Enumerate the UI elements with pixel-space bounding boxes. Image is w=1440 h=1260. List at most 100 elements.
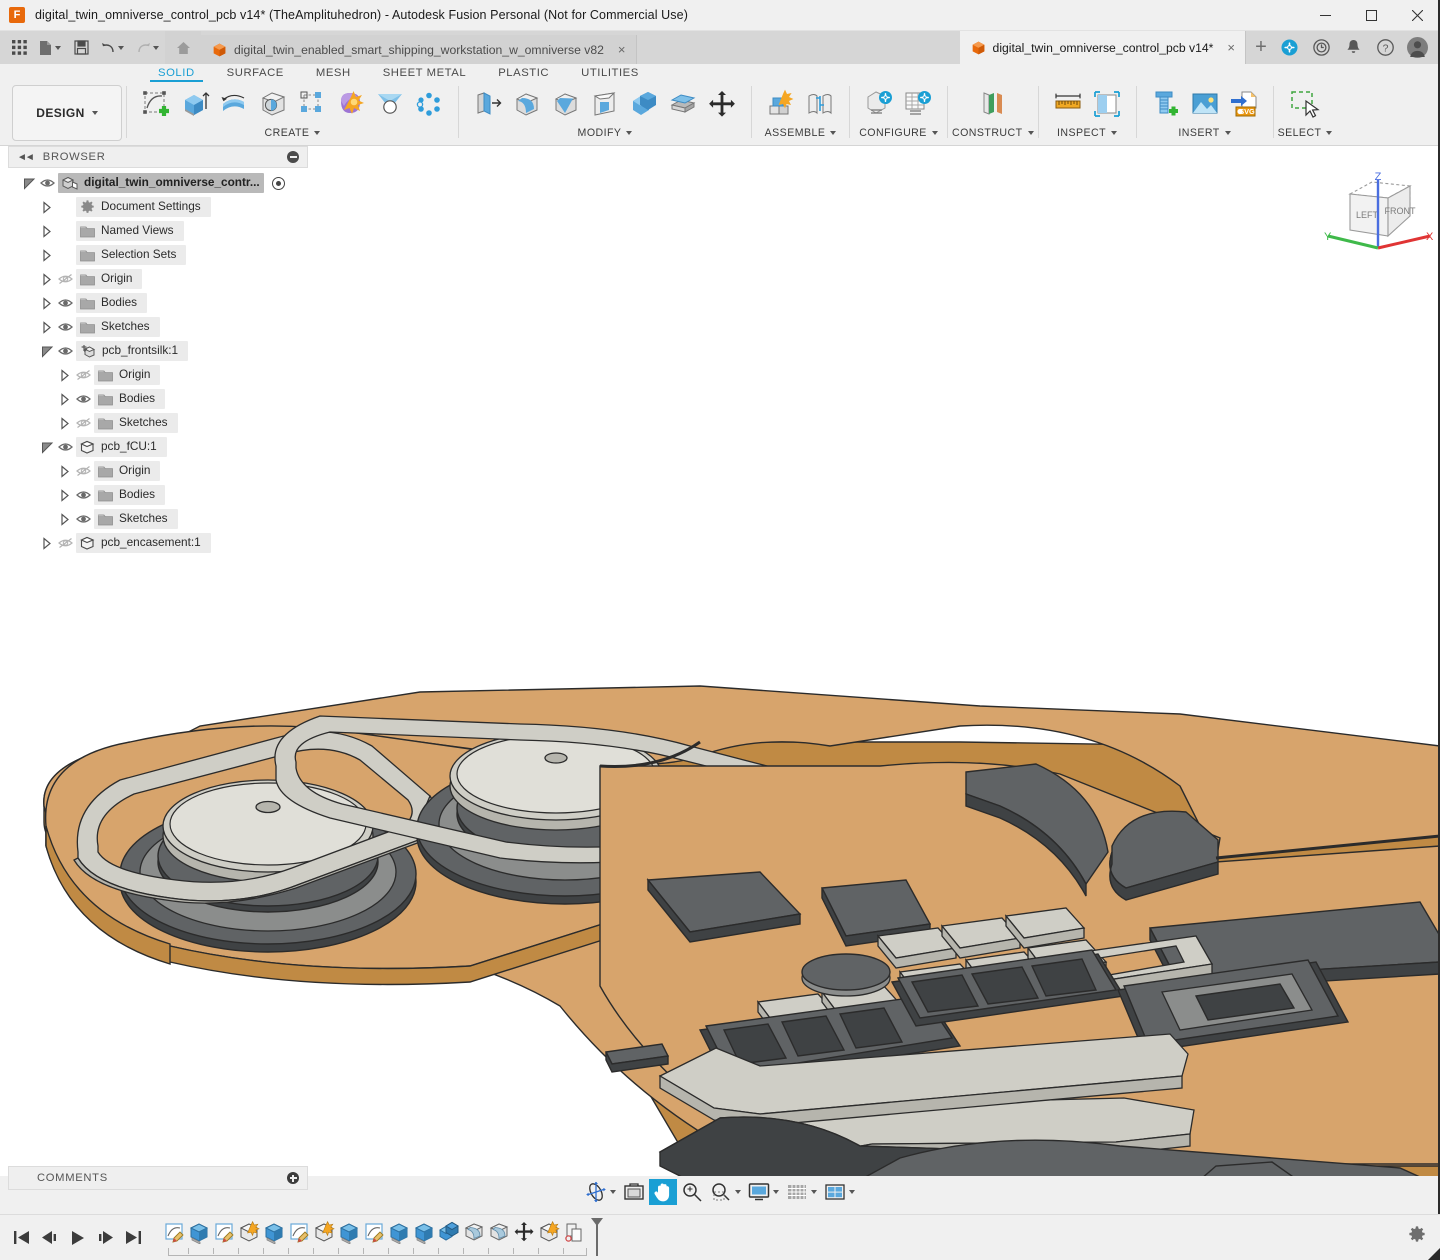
joint-icon[interactable] (801, 84, 839, 124)
go-to-beginning-icon[interactable] (8, 1223, 34, 1253)
minimize-button[interactable] (1302, 0, 1348, 31)
timeline-feature-11[interactable] (412, 1218, 437, 1248)
plus-circle-icon[interactable] (287, 1172, 299, 1184)
visibility-toggle[interactable] (54, 315, 76, 339)
expand-arrow-open[interactable] (40, 435, 54, 459)
notifications-icon[interactable] (1340, 35, 1366, 61)
shell-icon[interactable] (586, 84, 624, 124)
step-back-icon[interactable] (36, 1223, 62, 1253)
ribbon-tab-surface[interactable]: SURFACE (211, 67, 300, 82)
new-tab-button[interactable]: + (1246, 31, 1276, 64)
create-sketch-icon[interactable] (137, 84, 175, 124)
tree-node-pcb-encasement-1[interactable]: pcb_encasement:1 (8, 531, 308, 555)
timeline-feature-8[interactable] (337, 1218, 362, 1248)
tree-node-body[interactable]: Named Views (76, 221, 184, 241)
revolve-icon[interactable] (215, 84, 253, 124)
tree-node-pcb-fcu-1[interactable]: pcb_fCU:1 (8, 435, 308, 459)
tree-node-pcb-frontsilk-1[interactable]: pcb_frontsilk:1 (8, 339, 308, 363)
tree-node-body[interactable]: Origin (94, 365, 160, 385)
expand-arrow-closed[interactable] (40, 219, 54, 243)
timeline-feature-7[interactable] (312, 1218, 337, 1248)
timeline-feature-14[interactable] (487, 1218, 512, 1248)
tree-node-named-views[interactable]: Named Views (8, 219, 308, 243)
expand-arrow-closed[interactable] (58, 363, 72, 387)
tree-node-sketches[interactable]: Sketches (8, 507, 308, 531)
expand-arrow-closed[interactable] (58, 411, 72, 435)
document-tab-1-close[interactable]: × (618, 43, 626, 56)
document-tab-2[interactable]: digital_twin_omniverse_control_pcb v14* … (960, 31, 1246, 64)
visibility-toggle[interactable] (72, 483, 94, 507)
step-forward-icon[interactable] (92, 1223, 118, 1253)
new-file-button[interactable] (33, 33, 67, 63)
tree-node-body[interactable]: digital_twin_omniverse_contr... (58, 173, 264, 193)
inspect-group-label[interactable]: INSPECT (1057, 127, 1117, 139)
timeline-feature-1[interactable] (162, 1218, 187, 1248)
save-button[interactable] (68, 33, 94, 63)
insert-svg-icon[interactable]: SVG (1225, 84, 1263, 124)
fillet-icon[interactable] (508, 84, 546, 124)
expand-arrow-closed[interactable] (40, 195, 54, 219)
visibility-toggle[interactable] (36, 171, 58, 195)
expand-arrow-closed[interactable] (40, 243, 54, 267)
ribbon-tab-plastic[interactable]: PLASTIC (482, 67, 565, 82)
maximize-button[interactable] (1348, 0, 1394, 31)
tree-node-sketches[interactable]: Sketches (8, 411, 308, 435)
collapse-left-icon[interactable]: ◄◄ (17, 152, 33, 163)
tree-node-body[interactable]: Bodies (76, 293, 147, 313)
tree-node-body[interactable]: Origin (94, 461, 160, 481)
app-grid-icon[interactable] (6, 33, 32, 63)
tree-node-bodies[interactable]: Bodies (8, 483, 308, 507)
close-button[interactable] (1394, 0, 1440, 31)
tree-node-body[interactable]: Sketches (94, 509, 178, 529)
visibility-toggle[interactable] (54, 339, 76, 363)
timeline-feature-17[interactable] (562, 1218, 587, 1248)
assemble-group-label[interactable]: ASSEMBLE (765, 127, 837, 139)
go-to-end-icon[interactable] (120, 1223, 146, 1253)
tree-node-origin[interactable]: Origin (8, 267, 308, 291)
visibility-toggle[interactable] (54, 435, 76, 459)
offset-plane-icon[interactable] (974, 84, 1012, 124)
ribbon-tab-mesh[interactable]: MESH (300, 67, 367, 82)
tree-node-body[interactable]: Selection Sets (76, 245, 186, 265)
tree-node-body[interactable]: pcb_frontsilk:1 (76, 341, 188, 361)
extensions-icon[interactable] (1276, 35, 1302, 61)
ribbon-tab-sheet-metal[interactable]: SHEET METAL (367, 67, 482, 82)
measure-icon[interactable] (1049, 84, 1087, 124)
expand-arrow-closed[interactable] (58, 459, 72, 483)
ribbon-tab-utilities[interactable]: UTILITIES (565, 67, 655, 82)
tree-node-body[interactable]: Sketches (76, 317, 160, 337)
visibility-toggle-hidden[interactable] (72, 411, 94, 435)
resize-corner[interactable] (1428, 1248, 1440, 1260)
expand-arrow-closed[interactable] (40, 531, 54, 555)
tree-node-body[interactable]: Document Settings (76, 197, 211, 217)
view-cube[interactable]: LEFT FRONT Z X Y (1322, 168, 1434, 260)
timeline-feature-16[interactable] (537, 1218, 562, 1248)
viewcube-face-left[interactable]: LEFT (1356, 210, 1379, 220)
sweep-icon[interactable] (371, 84, 409, 124)
viewports-icon[interactable] (821, 1179, 858, 1205)
configure-group-label[interactable]: CONFIGURE (859, 127, 938, 139)
minus-circle-icon[interactable] (287, 151, 299, 163)
help-icon[interactable]: ? (1372, 35, 1398, 61)
account-avatar[interactable] (1404, 35, 1430, 61)
visibility-toggle[interactable] (72, 387, 94, 411)
redo-button[interactable] (130, 33, 164, 63)
timeline-feature-15[interactable] (512, 1218, 537, 1248)
chamfer-icon[interactable] (547, 84, 585, 124)
ribbon-tab-solid[interactable]: SOLID (142, 67, 211, 82)
expand-arrow-closed[interactable] (40, 291, 54, 315)
new-component-icon[interactable] (762, 84, 800, 124)
expand-arrow-open[interactable] (40, 339, 54, 363)
tree-node-origin[interactable]: Origin (8, 363, 308, 387)
visibility-toggle-hidden[interactable] (54, 531, 76, 555)
tree-node-body[interactable]: Sketches (94, 413, 178, 433)
timeline-feature-9[interactable] (362, 1218, 387, 1248)
tree-node-document-settings[interactable]: Document Settings (8, 195, 308, 219)
undo-button[interactable] (95, 33, 129, 63)
visibility-toggle[interactable] (72, 507, 94, 531)
tree-node-bodies[interactable]: Bodies (8, 291, 308, 315)
tree-node-selection-sets[interactable]: Selection Sets (8, 243, 308, 267)
zoom-icon[interactable] (678, 1179, 706, 1205)
home-button[interactable] (165, 31, 201, 64)
visibility-toggle-hidden[interactable] (54, 267, 76, 291)
